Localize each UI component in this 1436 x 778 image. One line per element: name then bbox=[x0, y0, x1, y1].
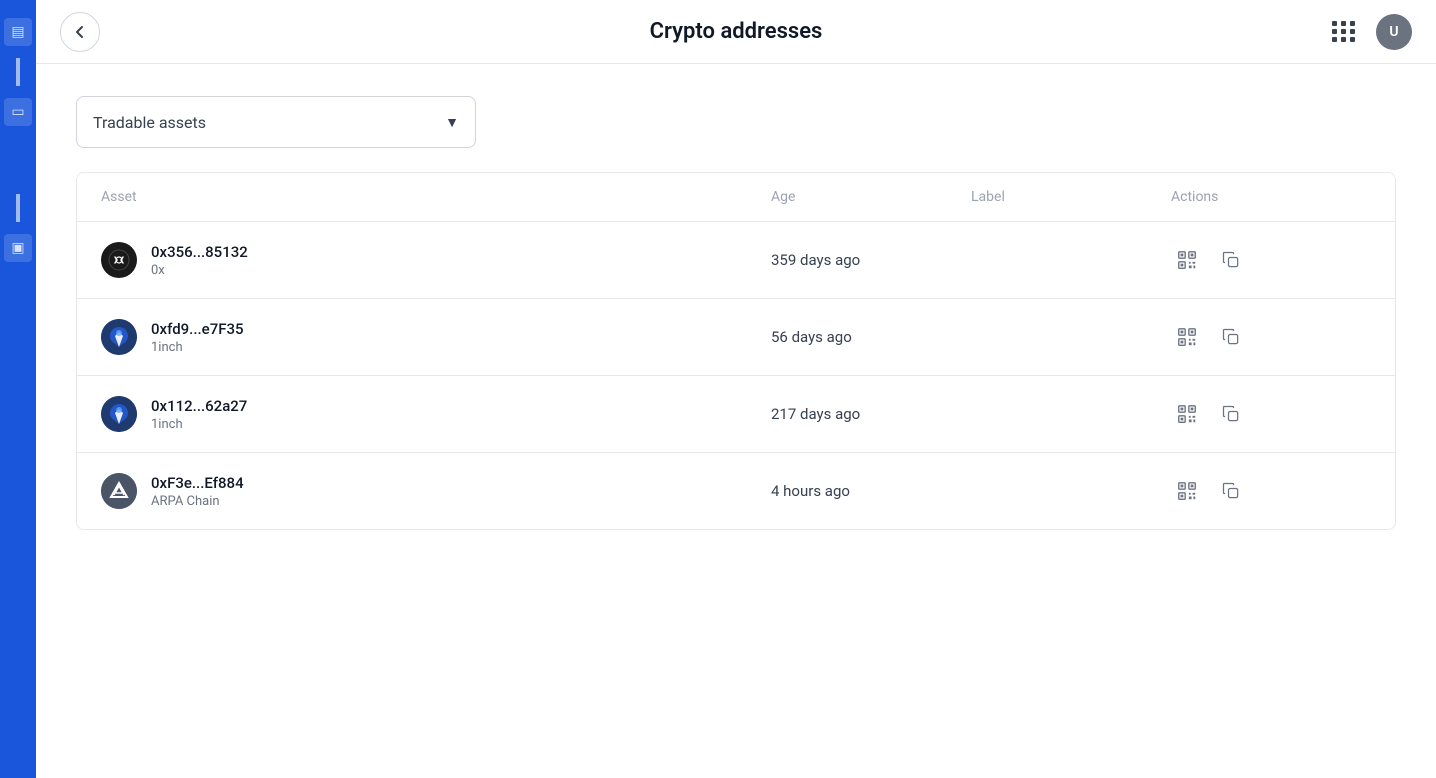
header: Crypto addresses U bbox=[36, 0, 1436, 64]
filter-dropdown-wrapper: Tradable assets ▼ bbox=[76, 96, 1396, 148]
table-header: Asset Age Label Actions bbox=[77, 173, 1395, 222]
qr-code-button-4[interactable] bbox=[1171, 475, 1203, 507]
qr-code-button-2[interactable] bbox=[1171, 321, 1203, 353]
sidebar-divider-2 bbox=[16, 194, 20, 222]
sidebar-item-3[interactable]: ▣ bbox=[4, 234, 32, 262]
asset-symbol-1: 0x bbox=[151, 263, 248, 278]
copy-button-1[interactable] bbox=[1215, 244, 1247, 276]
asset-cell-4: 0xF3e...Ef884 ARPA Chain bbox=[101, 473, 771, 509]
asset-icon-0x bbox=[101, 242, 137, 278]
age-cell-1: 359 days ago bbox=[771, 251, 971, 269]
sidebar-divider-1 bbox=[16, 58, 20, 86]
column-header-actions: Actions bbox=[1171, 189, 1371, 205]
asset-address-3: 0x112...62a27 bbox=[151, 397, 247, 415]
copy-button-3[interactable] bbox=[1215, 398, 1247, 430]
table-row: 0xF3e...Ef884 ARPA Chain 4 hours ago bbox=[77, 453, 1395, 529]
age-cell-2: 56 days ago bbox=[771, 328, 971, 346]
asset-info-2: 0xfd9...e7F35 1inch bbox=[151, 320, 244, 355]
page-title: Crypto addresses bbox=[650, 19, 823, 44]
asset-address-4: 0xF3e...Ef884 bbox=[151, 474, 244, 492]
asset-cell-2: 0xfd9...e7F35 1inch bbox=[101, 319, 771, 355]
header-left bbox=[60, 12, 100, 52]
avatar[interactable]: U bbox=[1376, 14, 1412, 50]
asset-icon-arpa bbox=[101, 473, 137, 509]
asset-symbol-4: ARPA Chain bbox=[151, 494, 244, 509]
asset-info-3: 0x112...62a27 1inch bbox=[151, 397, 247, 432]
copy-button-2[interactable] bbox=[1215, 321, 1247, 353]
asset-address-1: 0x356...85132 bbox=[151, 243, 248, 261]
age-cell-4: 4 hours ago bbox=[771, 482, 971, 500]
asset-cell-3: 0x112...62a27 1inch bbox=[101, 396, 771, 432]
asset-icon-1inch-a bbox=[101, 319, 137, 355]
sidebar-item-2[interactable]: ▭ bbox=[4, 98, 32, 126]
chevron-down-icon: ▼ bbox=[445, 114, 459, 131]
column-header-age: Age bbox=[771, 189, 971, 205]
actions-cell-4 bbox=[1171, 475, 1371, 507]
tradable-assets-dropdown[interactable]: Tradable assets ▼ bbox=[76, 96, 476, 148]
column-header-asset: Asset bbox=[101, 189, 771, 205]
asset-address-2: 0xfd9...e7F35 bbox=[151, 320, 244, 338]
qr-code-button-3[interactable] bbox=[1171, 398, 1203, 430]
grid-icon bbox=[1332, 21, 1356, 42]
asset-info-4: 0xF3e...Ef884 ARPA Chain bbox=[151, 474, 244, 509]
table-row: 0xfd9...e7F35 1inch 56 days ago bbox=[77, 299, 1395, 376]
header-right: U bbox=[1324, 12, 1412, 52]
main-content: Crypto addresses U bbox=[36, 0, 1436, 778]
asset-symbol-3: 1inch bbox=[151, 417, 247, 432]
crypto-addresses-table: Asset Age Label Actions 0x356 bbox=[76, 172, 1396, 530]
age-cell-3: 217 days ago bbox=[771, 405, 971, 423]
sidebar: ▤ ▭ ▣ bbox=[0, 0, 36, 778]
asset-cell-1: 0x356...85132 0x bbox=[101, 242, 771, 278]
asset-info-1: 0x356...85132 0x bbox=[151, 243, 248, 278]
qr-code-button-1[interactable] bbox=[1171, 244, 1203, 276]
actions-cell-1 bbox=[1171, 244, 1371, 276]
column-header-label: Label bbox=[971, 189, 1171, 205]
content-area: Tradable assets ▼ Asset Age Label Action… bbox=[36, 64, 1436, 778]
actions-cell-3 bbox=[1171, 398, 1371, 430]
back-button[interactable] bbox=[60, 12, 100, 52]
table-row: 0x112...62a27 1inch 217 days ago bbox=[77, 376, 1395, 453]
sidebar-item-1[interactable]: ▤ bbox=[4, 18, 32, 46]
copy-button-4[interactable] bbox=[1215, 475, 1247, 507]
actions-cell-2 bbox=[1171, 321, 1371, 353]
asset-icon-1inch-b bbox=[101, 396, 137, 432]
dropdown-label: Tradable assets bbox=[93, 113, 206, 132]
asset-symbol-2: 1inch bbox=[151, 340, 244, 355]
grid-menu-button[interactable] bbox=[1324, 12, 1364, 52]
table-row: 0x356...85132 0x 359 days ago bbox=[77, 222, 1395, 299]
